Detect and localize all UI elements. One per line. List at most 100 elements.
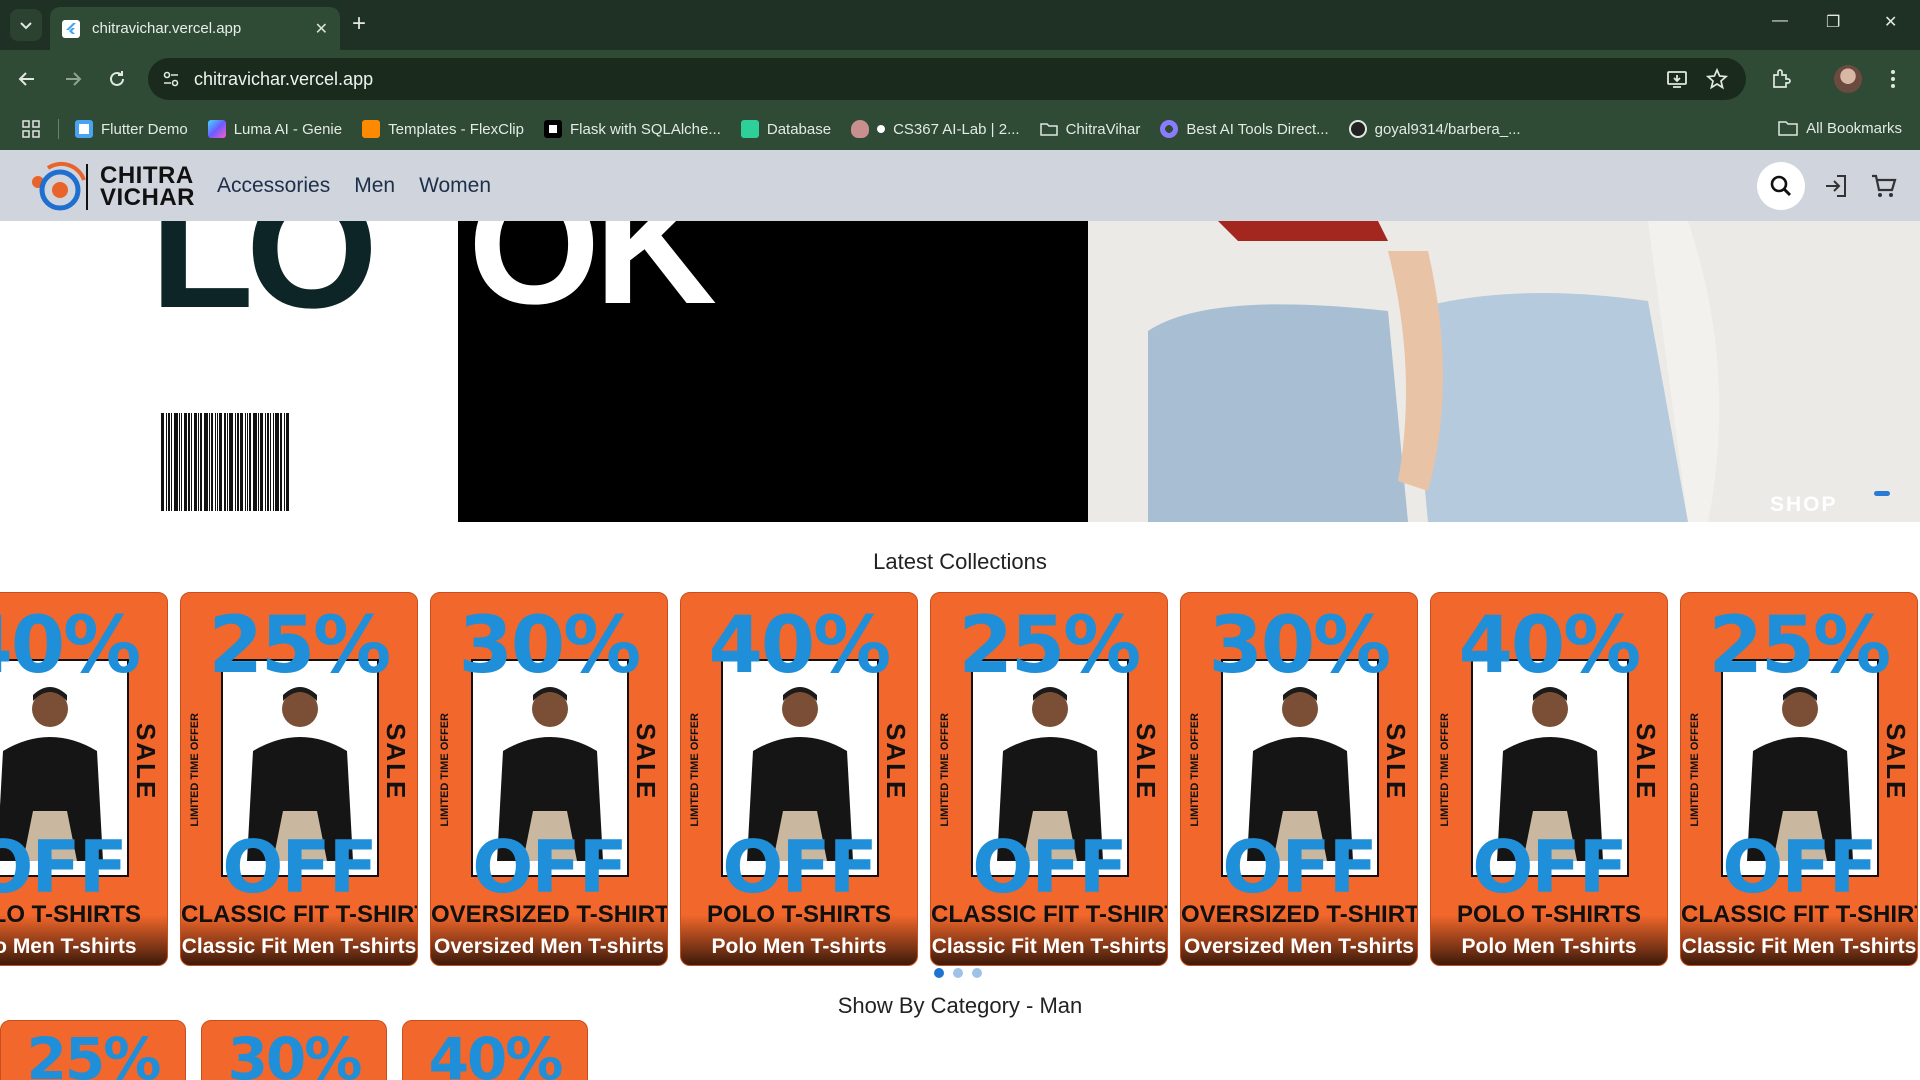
- minimize-icon[interactable]: —: [1772, 12, 1788, 30]
- barcode-graphic: [161, 413, 366, 511]
- restore-icon[interactable]: ❐: [1826, 12, 1840, 32]
- card-caption-text: Classic Fit Men T-shirts: [1681, 935, 1917, 958]
- barcode-stripe: [211, 413, 213, 511]
- collection-card[interactable]: 30%SALELIMITED TIME OFFEROFFOVERSIZED T-…: [1180, 592, 1418, 966]
- barcode-stripe: [284, 413, 285, 511]
- close-window-icon[interactable]: ✕: [1884, 12, 1897, 32]
- bookmark-cs367[interactable]: CS367 AI-Lab | 2...: [851, 120, 1020, 138]
- site-logo[interactable]: CHITRA VICHAR: [28, 160, 198, 214]
- extensions-icon[interactable]: [1768, 66, 1794, 92]
- card-caption: Oversized Men T-shirts: [431, 915, 667, 965]
- category-card[interactable]: 30%: [201, 1020, 387, 1080]
- hero-large-letters: LO: [150, 221, 378, 344]
- barcode-stripe: [204, 413, 208, 511]
- bookmark-database[interactable]: Database: [740, 120, 831, 138]
- collection-card[interactable]: 40%SALELIMITED TIME OFFEROFFPOLO T-SHIRT…: [0, 592, 168, 966]
- barcode-stripe: [258, 413, 259, 511]
- apps-grid-icon[interactable]: [22, 120, 40, 138]
- sale-vertical-text: SALE: [881, 723, 911, 801]
- card-caption: Polo Men T-shirts: [681, 915, 917, 965]
- barcode-stripe: [166, 413, 167, 511]
- category-card[interactable]: 40%: [402, 1020, 588, 1080]
- tab-title: chitravichar.vercel.app: [92, 20, 242, 37]
- collection-card[interactable]: 25% SALE LIMITED TIME OFFER OFF CLASSIC FIT …: [930, 592, 1168, 966]
- bookmark-flexclip[interactable]: Templates - FlexClip: [362, 120, 524, 138]
- collection-card[interactable]: 25% SALE LIMITED TIME OFFER OFF CLASSIC FIT …: [1680, 592, 1918, 966]
- carousel-dot[interactable]: [953, 968, 963, 978]
- card-caption-text: Polo Men T-shirts: [1461, 935, 1637, 958]
- category-card[interactable]: 25%: [0, 1020, 186, 1080]
- barcode-stripe: [194, 413, 197, 511]
- chevron-down-icon: [20, 22, 32, 30]
- bookmark-star-icon[interactable]: [1704, 66, 1730, 92]
- carousel-dot[interactable]: [972, 968, 982, 978]
- off-text: OFF: [472, 825, 628, 909]
- login-icon: [1826, 175, 1846, 197]
- address-bar[interactable]: chitravichar.vercel.app: [148, 58, 1746, 100]
- nav-women[interactable]: Women: [419, 174, 491, 198]
- card-caption-text: Polo Men T-shirts: [711, 935, 887, 958]
- browser-menu-icon[interactable]: [1880, 66, 1906, 92]
- butterfly-icon: [851, 120, 870, 138]
- sale-vertical-text: SALE: [131, 723, 161, 801]
- forward-icon[interactable]: [60, 66, 86, 92]
- latest-collections-carousel[interactable]: 40%SALELIMITED TIME OFFEROFFPOLO T-SHIRT…: [0, 592, 1920, 966]
- profile-avatar[interactable]: [1834, 65, 1862, 93]
- limited-offer-text: LIMITED TIME OFFER: [1189, 713, 1201, 827]
- bookmark-luma-ai[interactable]: Luma AI - Genie: [207, 120, 342, 138]
- barcode-stripe: [249, 413, 251, 511]
- all-bookmarks[interactable]: All Bookmarks: [1778, 119, 1902, 137]
- bookmark-github[interactable]: goyal9314/barbera_...: [1348, 120, 1521, 138]
- category-carousel[interactable]: 25% 30% 40%: [0, 1020, 1920, 1080]
- sale-vertical-text: SALE: [1631, 723, 1661, 801]
- site-info-icon[interactable]: [162, 70, 180, 88]
- tab-search-button[interactable]: [10, 9, 42, 41]
- collection-card[interactable]: 40%SALELIMITED TIME OFFEROFFPOLO T-SHIRT…: [1430, 592, 1668, 966]
- tab-close-icon[interactable]: ✕: [315, 19, 328, 39]
- browser-tab-active[interactable]: chitravichar.vercel.app ✕: [50, 7, 340, 50]
- new-tab-icon[interactable]: +: [352, 12, 366, 36]
- github-icon: [1348, 120, 1367, 138]
- barcode-stripe: [171, 413, 172, 511]
- barcode-stripe: [209, 413, 210, 511]
- barcode-stripe: [181, 413, 182, 511]
- search-button[interactable]: [1757, 162, 1805, 210]
- collection-card[interactable]: 25% SALE LIMITED TIME OFFER OFF CLASSIC FIT …: [180, 592, 418, 966]
- nav-accessories[interactable]: Accessories: [217, 174, 330, 198]
- barcode-stripe: [217, 413, 218, 511]
- bookmark-flutter-demo[interactable]: Flutter Demo: [75, 120, 188, 138]
- hero-large-letters-white: OK: [468, 221, 717, 340]
- discount-percent: 25%: [1708, 601, 1892, 691]
- hero-slider-indicator[interactable]: [1874, 491, 1890, 496]
- back-icon[interactable]: [14, 66, 40, 92]
- sale-vertical-text: SALE: [1381, 723, 1411, 801]
- card-caption: Oversized Men T-shirts: [1181, 915, 1417, 965]
- card-caption-text: Oversized Men T-shirts: [434, 935, 664, 958]
- database-icon: [740, 120, 759, 138]
- flutter-icon: [75, 120, 93, 138]
- barcode-stripe: [224, 413, 226, 511]
- card-caption: Classic Fit Men T-shirts: [1681, 915, 1917, 965]
- barcode-stripe: [237, 413, 239, 511]
- hero-black-panel: OK: [458, 221, 1088, 522]
- bookmark-chitravihar-folder[interactable]: ChitraVihar: [1039, 120, 1140, 138]
- discount-percent: 30%: [458, 601, 642, 691]
- barcode-stripe: [286, 413, 289, 511]
- barcode-stripe: [219, 413, 222, 511]
- collection-card[interactable]: 40%SALELIMITED TIME OFFEROFFPOLO T-SHIRT…: [680, 592, 918, 966]
- login-button[interactable]: [1822, 172, 1850, 200]
- nav-men[interactable]: Men: [354, 174, 395, 198]
- install-app-icon[interactable]: [1664, 66, 1690, 92]
- logo-mark-icon: [32, 162, 88, 211]
- cart-button[interactable]: [1870, 172, 1898, 200]
- barcode-stripe: [275, 413, 279, 511]
- carousel-page-dots: [934, 968, 991, 978]
- shop-label[interactable]: SHOP: [1770, 493, 1838, 517]
- reload-icon[interactable]: [104, 66, 130, 92]
- barcode-stripe: [184, 413, 187, 511]
- bookmark-best-ai-tools[interactable]: Best AI Tools Direct...: [1160, 120, 1329, 138]
- bookmark-flask[interactable]: Flask with SQLAlche...: [543, 120, 721, 138]
- collection-card[interactable]: 30%SALELIMITED TIME OFFEROFFOVERSIZED T-…: [430, 592, 668, 966]
- hero-banner[interactable]: LO OK SHOP: [0, 221, 1920, 522]
- carousel-dot-active[interactable]: [934, 968, 944, 978]
